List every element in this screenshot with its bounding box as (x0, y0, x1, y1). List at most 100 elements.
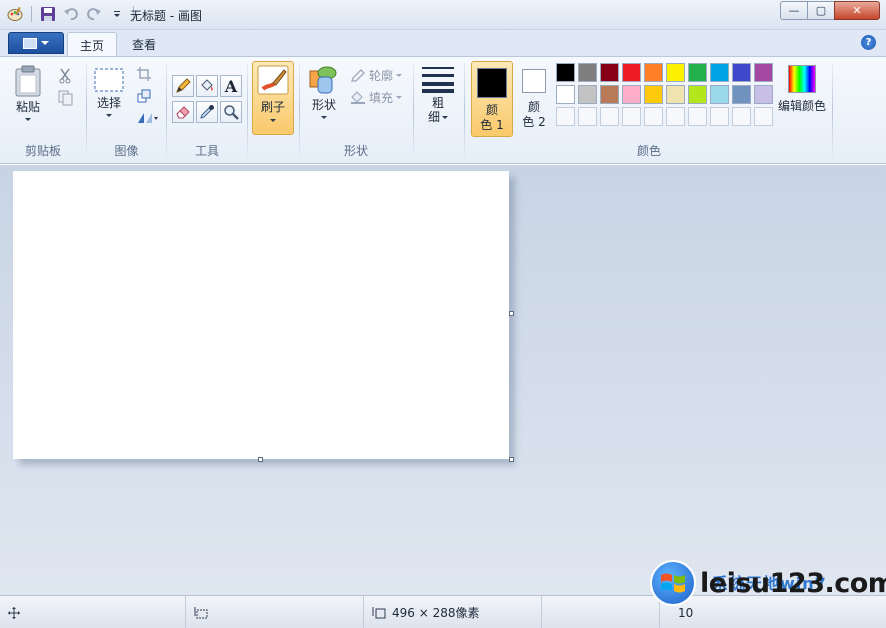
palette-color-swatch[interactable] (600, 63, 619, 82)
custom-color-slot[interactable] (710, 107, 729, 126)
palette-color-swatch[interactable] (644, 63, 663, 82)
resize-handle-right[interactable] (509, 311, 514, 316)
fill-bucket-icon[interactable] (196, 75, 218, 97)
magnifier-icon[interactable] (220, 101, 242, 123)
document-icon (23, 37, 37, 49)
resize-icon[interactable] (135, 87, 153, 105)
title-bar: 无标题 - 画图 — ▢ ✕ (0, 0, 886, 30)
palette-color-swatch[interactable] (732, 85, 751, 104)
custom-color-slot[interactable] (622, 107, 641, 126)
palette-color-swatch[interactable] (710, 85, 729, 104)
palette-color-swatch[interactable] (688, 85, 707, 104)
edit-colors-button[interactable]: 编辑颜色 (778, 65, 826, 114)
custom-color-slot[interactable] (578, 107, 597, 126)
palette-color-swatch[interactable] (556, 63, 575, 82)
color1-button[interactable]: 颜 色 1 (471, 61, 513, 137)
tab-home[interactable]: 主页 (67, 32, 118, 56)
line-width-icon (422, 67, 454, 93)
brushes-button[interactable]: 刷子 (252, 61, 294, 135)
resize-handle-corner[interactable] (509, 457, 514, 462)
pencil-icon[interactable] (172, 75, 194, 97)
image-size-cell: 496 × 288像素 (364, 596, 542, 628)
select-button[interactable]: 选择 (93, 67, 125, 117)
windows-logo-icon (650, 560, 696, 606)
palette-color-swatch[interactable] (666, 85, 685, 104)
group-separator (247, 63, 248, 159)
paste-button[interactable]: 粘贴 (14, 65, 42, 121)
undo-icon[interactable] (62, 5, 80, 23)
custom-color-slot[interactable] (754, 107, 773, 126)
palette-color-swatch[interactable] (644, 85, 663, 104)
size-button[interactable]: 粗 细 (421, 65, 455, 124)
cut-icon[interactable] (56, 67, 74, 85)
outline-button[interactable]: 轮廓 (350, 67, 403, 84)
save-icon[interactable] (39, 5, 57, 23)
clipboard-group-label: 剪贴板 (24, 144, 61, 158)
shapes-label: 形状 (311, 98, 336, 112)
paint-app-icon[interactable] (6, 5, 24, 23)
close-button[interactable]: ✕ (834, 1, 880, 20)
group-separator (832, 63, 833, 159)
rotate-icon[interactable] (135, 109, 159, 127)
ribbon-tabs-row: 主页 查看 ? (0, 30, 886, 56)
crop-icon[interactable] (135, 65, 153, 83)
palette-color-swatch[interactable] (622, 85, 641, 104)
size-label-row: 细 (428, 110, 448, 124)
tools-grid: A (172, 75, 242, 123)
image-size-icon (372, 606, 386, 618)
custom-color-slot[interactable] (666, 107, 685, 126)
selection-size-cell (186, 596, 364, 628)
shapes-button[interactable]: 形状 (308, 65, 340, 119)
color1-label-line1: 颜 (485, 103, 498, 117)
cursor-position-cell (0, 596, 186, 628)
palette-color-swatch[interactable] (688, 63, 707, 82)
paint-menu-button[interactable] (8, 32, 64, 54)
shapes-icon (309, 66, 337, 94)
palette-color-swatch[interactable] (578, 85, 597, 104)
resize-handle-bottom[interactable] (258, 457, 263, 462)
palette-color-swatch[interactable] (754, 63, 773, 82)
copy-icon[interactable] (56, 89, 74, 107)
brush-icon (257, 65, 289, 95)
help-icon[interactable]: ? (861, 35, 876, 50)
palette-color-swatch[interactable] (666, 63, 685, 82)
maximize-button[interactable]: ▢ (807, 1, 834, 20)
palette-color-swatch[interactable] (578, 63, 597, 82)
redo-icon[interactable] (85, 5, 103, 23)
customize-qat-chevron-icon[interactable] (108, 5, 126, 23)
custom-color-slot[interactable] (644, 107, 663, 126)
text-tool-glyph: A (224, 76, 238, 96)
tab-view[interactable]: 查看 (120, 32, 168, 56)
custom-color-slot[interactable] (600, 107, 619, 126)
chevron-down-icon (442, 115, 448, 119)
rainbow-palette-icon (788, 65, 816, 93)
palette-color-swatch[interactable] (622, 63, 641, 82)
custom-color-slot[interactable] (732, 107, 751, 126)
chevron-down-icon (396, 74, 403, 77)
palette-color-swatch[interactable] (710, 63, 729, 82)
fill-bucket-icon (351, 90, 365, 104)
custom-color-slot[interactable] (556, 107, 575, 126)
color2-button[interactable]: 颜 色 2 (517, 61, 551, 137)
text-tool-icon[interactable]: A (220, 75, 242, 97)
zoom-text: 10 (678, 605, 694, 620)
drawing-canvas[interactable] (13, 171, 509, 459)
eraser-icon[interactable] (172, 101, 194, 123)
selection-rectangle-icon (94, 68, 124, 92)
color-picker-icon[interactable] (196, 101, 218, 123)
palette-color-swatch[interactable] (556, 85, 575, 104)
palette-color-swatch[interactable] (600, 85, 619, 104)
palette-color-swatch[interactable] (732, 63, 751, 82)
chevron-down-icon (25, 118, 31, 121)
fill-label: 填充 (369, 91, 394, 105)
image-group: 选择 图像 (87, 59, 166, 161)
group-separator (464, 63, 465, 159)
chevron-down-icon (396, 96, 403, 99)
color-palette (556, 63, 773, 126)
fill-button[interactable]: 填充 (350, 89, 403, 106)
paste-label: 粘贴 (15, 100, 40, 114)
tools-group: A 工具 (167, 59, 247, 161)
custom-color-slot[interactable] (688, 107, 707, 126)
palette-color-swatch[interactable] (754, 85, 773, 104)
minimize-button[interactable]: — (780, 1, 807, 20)
